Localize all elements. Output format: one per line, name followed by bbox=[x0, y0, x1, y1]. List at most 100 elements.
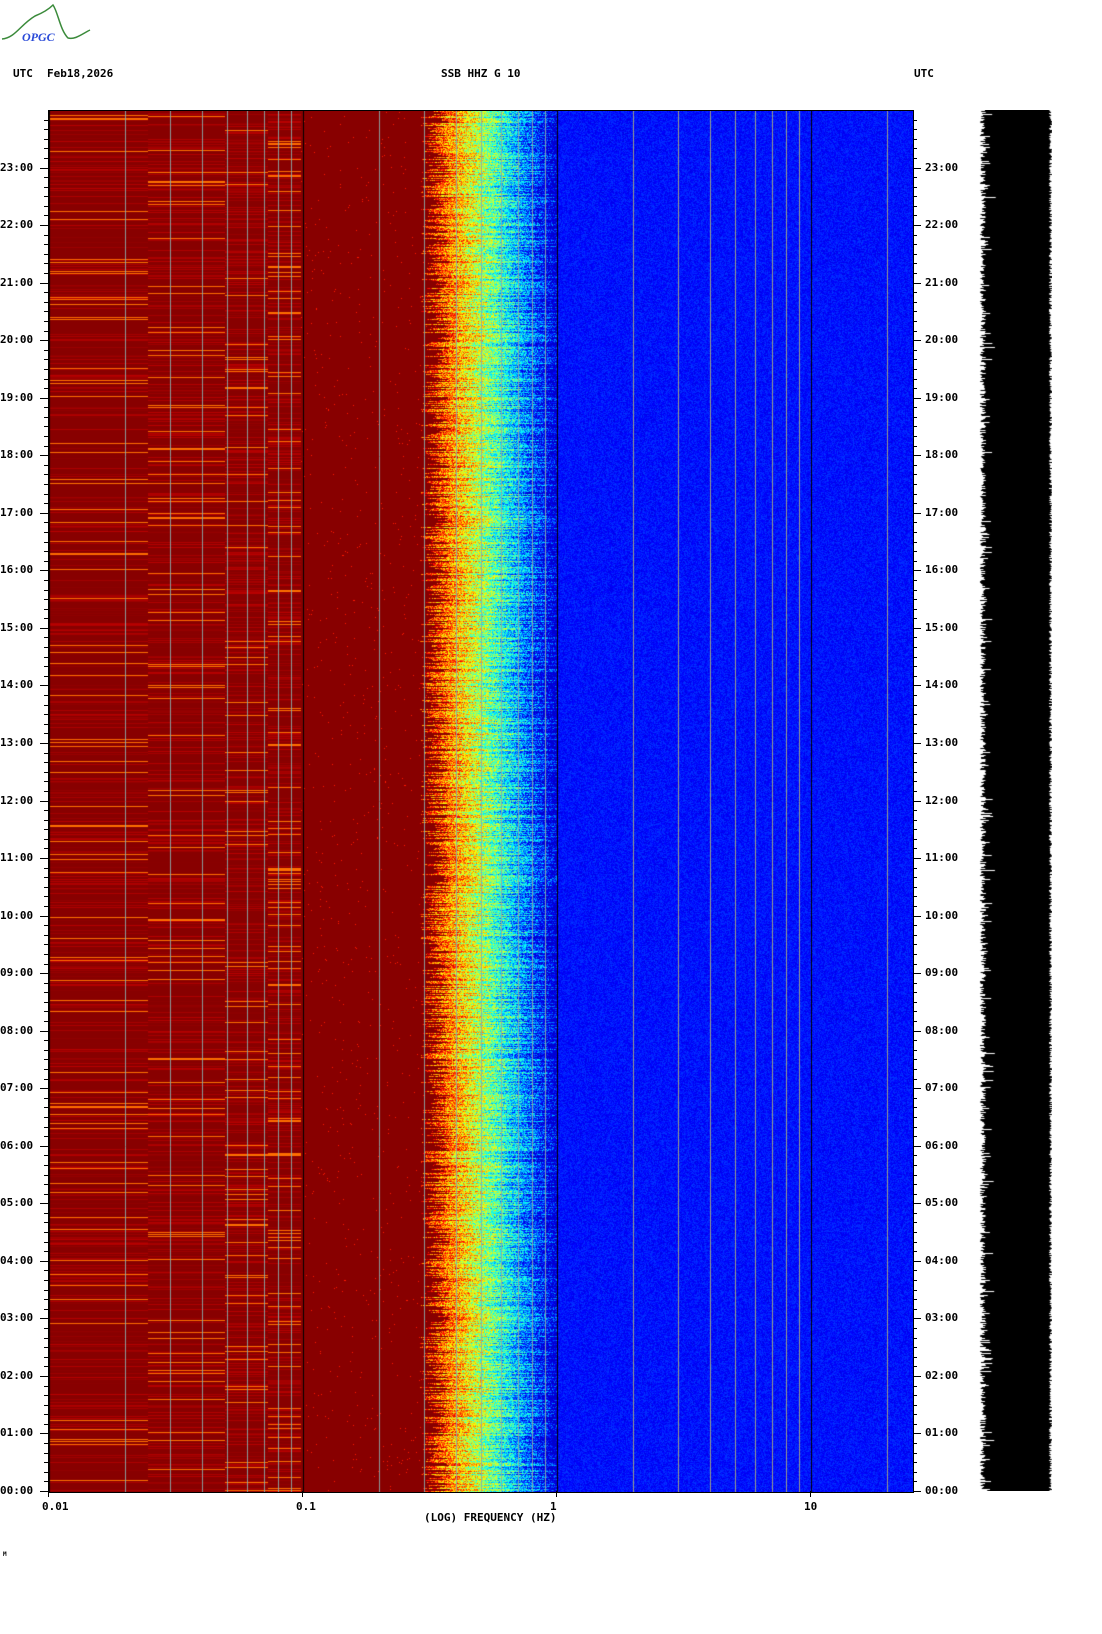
minor-time-tick bbox=[913, 541, 917, 543]
minor-time-tick bbox=[44, 311, 48, 313]
time-tick bbox=[40, 1433, 48, 1435]
minor-time-tick bbox=[913, 637, 917, 639]
time-tick-label: 04:00 bbox=[0, 1253, 34, 1267]
time-tick bbox=[40, 282, 48, 284]
minor-time-tick bbox=[913, 445, 917, 447]
minor-time-tick bbox=[44, 589, 48, 591]
minor-time-tick bbox=[44, 205, 48, 207]
time-tick-label: 18:00 bbox=[0, 448, 34, 462]
minor-time-tick bbox=[913, 934, 917, 936]
minor-time-tick bbox=[44, 637, 48, 639]
time-tick bbox=[40, 973, 48, 975]
minor-time-tick bbox=[913, 829, 917, 831]
freq-tick bbox=[810, 1491, 811, 1497]
minor-time-tick bbox=[44, 186, 48, 188]
freq-tick-label: 0.1 bbox=[296, 1500, 316, 1513]
minor-time-tick bbox=[913, 522, 917, 524]
time-tick bbox=[40, 512, 48, 514]
spectrogram-plot bbox=[48, 110, 914, 1493]
freq-tick-label: 10 bbox=[804, 1500, 818, 1513]
date-label: Feb18,2026 bbox=[47, 67, 114, 80]
time-tick bbox=[40, 1318, 48, 1320]
minor-time-tick bbox=[44, 1462, 48, 1464]
minor-time-tick bbox=[913, 560, 917, 562]
minor-time-tick bbox=[44, 1136, 48, 1138]
minor-time-tick bbox=[44, 416, 48, 418]
minor-time-tick bbox=[913, 464, 917, 466]
time-tick-label: 16:00 bbox=[925, 563, 959, 577]
time-tick-label: 09:00 bbox=[925, 966, 959, 980]
minor-time-tick bbox=[44, 829, 48, 831]
time-tick bbox=[913, 1145, 921, 1147]
time-tick-label: 14:00 bbox=[925, 678, 959, 692]
minor-time-tick bbox=[44, 1222, 48, 1224]
minor-time-tick bbox=[44, 762, 48, 764]
minor-time-tick bbox=[913, 416, 917, 418]
minor-time-tick bbox=[913, 992, 917, 994]
minor-time-tick bbox=[44, 886, 48, 888]
minor-time-tick bbox=[913, 1059, 917, 1061]
minor-time-tick bbox=[913, 1270, 917, 1272]
time-tick-label: 21:00 bbox=[0, 275, 34, 289]
minor-time-tick bbox=[44, 810, 48, 812]
time-tick-label: 18:00 bbox=[925, 448, 959, 462]
time-tick-label: 06:00 bbox=[0, 1138, 34, 1152]
time-tick bbox=[40, 1030, 48, 1032]
minor-time-tick bbox=[44, 215, 48, 217]
minor-time-tick bbox=[913, 1471, 917, 1473]
freq-tick bbox=[556, 1491, 557, 1497]
minor-time-tick bbox=[913, 656, 917, 658]
minor-time-tick bbox=[913, 723, 917, 725]
time-tick bbox=[913, 973, 921, 975]
minor-time-tick bbox=[44, 330, 48, 332]
minor-time-tick bbox=[913, 752, 917, 754]
minor-time-tick bbox=[44, 426, 48, 428]
minor-time-tick bbox=[44, 138, 48, 140]
minor-time-tick bbox=[44, 378, 48, 380]
minor-time-tick bbox=[913, 388, 917, 390]
minor-time-tick bbox=[44, 1155, 48, 1157]
minor-time-tick bbox=[913, 503, 917, 505]
minor-time-tick bbox=[44, 599, 48, 601]
time-tick-label: 06:00 bbox=[925, 1138, 959, 1152]
minor-time-tick bbox=[44, 1414, 48, 1416]
time-tick bbox=[913, 1203, 921, 1205]
time-tick-label: 19:00 bbox=[0, 390, 34, 404]
time-tick bbox=[913, 512, 921, 514]
minor-time-tick bbox=[44, 925, 48, 927]
minor-time-tick bbox=[44, 877, 48, 879]
minor-time-tick bbox=[44, 1184, 48, 1186]
time-tick bbox=[913, 167, 921, 169]
minor-time-tick bbox=[913, 810, 917, 812]
time-tick bbox=[40, 1145, 48, 1147]
minor-time-tick bbox=[44, 1452, 48, 1454]
time-tick bbox=[913, 858, 921, 860]
minor-time-tick bbox=[44, 522, 48, 524]
minor-time-tick bbox=[913, 1011, 917, 1013]
minor-time-tick bbox=[913, 618, 917, 620]
minor-time-tick bbox=[44, 503, 48, 505]
minor-time-tick bbox=[913, 925, 917, 927]
minor-time-tick bbox=[44, 1212, 48, 1214]
time-tick-label: 02:00 bbox=[0, 1368, 34, 1382]
minor-time-tick bbox=[44, 1280, 48, 1281]
minor-time-tick bbox=[913, 790, 917, 792]
minor-time-tick bbox=[44, 531, 48, 533]
time-tick bbox=[40, 1375, 48, 1377]
minor-time-tick bbox=[44, 752, 48, 754]
minor-time-tick bbox=[44, 666, 48, 668]
minor-time-tick bbox=[44, 1366, 48, 1368]
time-tick bbox=[913, 1030, 921, 1032]
minor-time-tick bbox=[913, 378, 917, 380]
time-tick bbox=[40, 340, 48, 342]
minor-time-tick bbox=[913, 205, 917, 207]
minor-time-tick bbox=[44, 838, 48, 840]
minor-time-tick bbox=[913, 234, 917, 236]
minor-time-tick bbox=[913, 1327, 917, 1329]
time-tick bbox=[913, 1318, 921, 1320]
minor-time-tick bbox=[44, 148, 48, 150]
minor-time-tick bbox=[44, 464, 48, 466]
minor-time-tick bbox=[44, 368, 48, 370]
time-tick-label: 09:00 bbox=[0, 966, 34, 980]
minor-time-tick bbox=[44, 944, 48, 946]
